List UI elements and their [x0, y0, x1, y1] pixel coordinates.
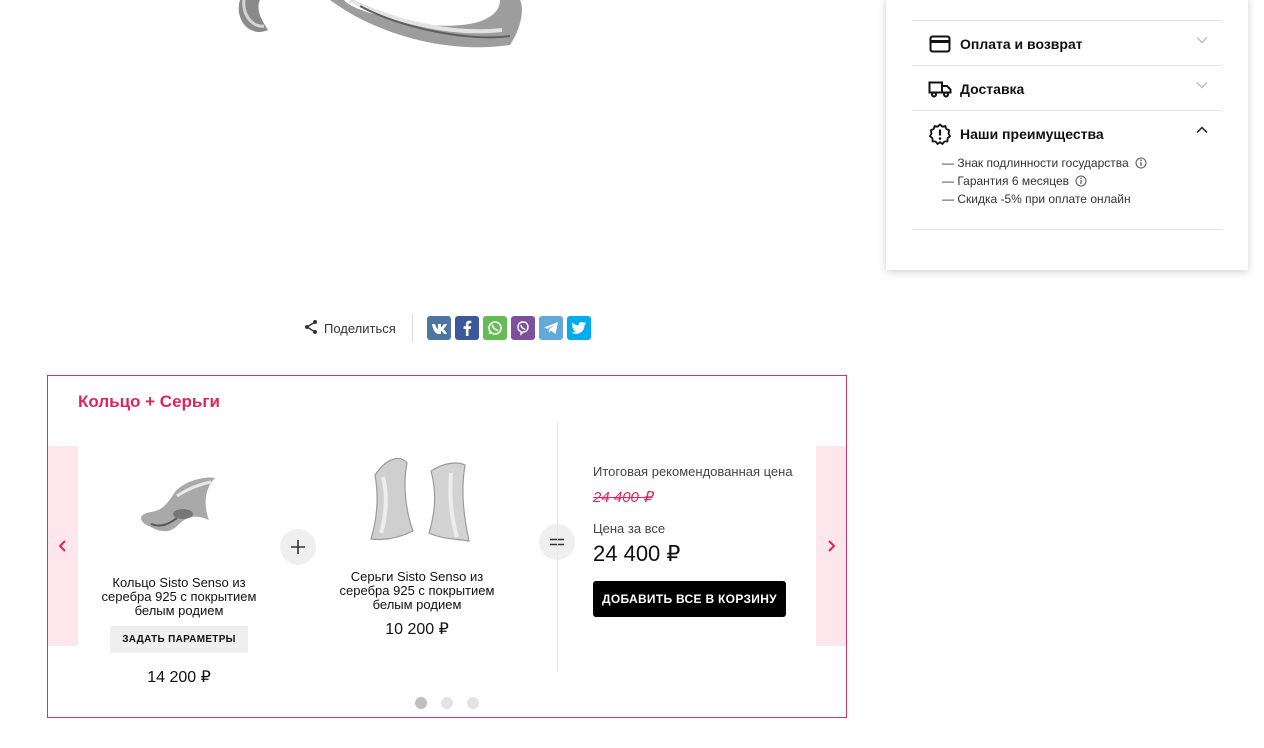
chevron-left-icon	[58, 540, 66, 552]
recommended-price-label: Итоговая рекомендованная цена	[593, 464, 793, 479]
pagination-dot-3[interactable]	[467, 697, 479, 709]
twitter-icon[interactable]	[566, 316, 591, 340]
share-label: Поделиться	[324, 320, 396, 336]
share-bar: Поделиться	[303, 314, 591, 342]
badge-alert-icon	[928, 122, 952, 146]
advantage-text: — Знак подлинности государства	[942, 156, 1129, 170]
pagination-dot-2[interactable]	[441, 697, 453, 709]
total-price-label: Цена за все	[593, 521, 666, 536]
ring-price: 14 200 ₽	[147, 669, 211, 686]
earrings-price: 10 200 ₽	[385, 621, 449, 638]
vk-icon[interactable]	[426, 316, 451, 340]
viber-icon[interactable]	[510, 316, 535, 340]
advantage-item: — Знак подлинности государства	[942, 154, 1222, 172]
old-price: 24 400 ₽	[593, 489, 653, 506]
product-info-panel: Оплата и возврат Доставка Наши преимущес…	[886, 0, 1248, 270]
accordion-advantages-title: Наши преимущества	[960, 125, 1104, 142]
accordion-payment-title: Оплата и возврат	[960, 35, 1083, 52]
product-image	[220, 0, 550, 60]
facebook-icon[interactable]	[454, 316, 479, 340]
accordion-payment-header[interactable]: Оплата и возврат	[912, 21, 1222, 66]
chevron-up-icon	[1196, 126, 1208, 134]
set-item-earrings: Серьги Sisto Senso из серебра 925 с покр…	[336, 448, 498, 639]
whatsapp-icon[interactable]	[482, 316, 507, 340]
set-title: Кольцо + Серьги	[78, 392, 220, 411]
share-button[interactable]: Поделиться	[303, 319, 396, 338]
pagination-dot-1[interactable]	[415, 697, 427, 709]
advantage-text: — Скидка -5% при оплате онлайн	[942, 192, 1131, 206]
info-icon[interactable]	[1135, 157, 1147, 169]
social-buttons	[426, 316, 591, 340]
set-prev-button[interactable]	[48, 446, 78, 646]
chevron-down-icon	[1196, 37, 1208, 44]
total-price: 24 400 ₽	[593, 541, 681, 566]
set-pagination	[415, 697, 479, 709]
info-icon[interactable]	[1075, 175, 1087, 187]
accordion-delivery-title: Доставка	[960, 80, 1025, 97]
set-item-ring: Кольцо Sisto Senso из серебра 925 с покр…	[98, 454, 260, 687]
truck-icon	[928, 77, 952, 101]
advantage-item: — Гарантия 6 месяцев	[942, 172, 1222, 190]
set-next-button[interactable]	[816, 446, 846, 646]
product-set: Кольцо + Серьги Кольцо Sisto Senso из се…	[47, 375, 847, 718]
set-params-button[interactable]: ЗАДАТЬ ПАРАМЕТРЫ	[110, 626, 248, 653]
chevron-right-icon	[828, 540, 836, 552]
accordion-delivery-header[interactable]: Доставка	[912, 66, 1222, 111]
earrings-image[interactable]	[336, 448, 498, 558]
set-summary: Итоговая рекомендованная цена 24 400 ₽ Ц…	[593, 465, 793, 617]
advantage-item: — Скидка -5% при оплате онлайн	[942, 190, 1222, 208]
summary-divider	[557, 422, 558, 672]
advantages-list: — Знак подлинности государства — Гаранти…	[912, 154, 1222, 208]
credit-card-icon	[928, 32, 952, 56]
ring-image[interactable]	[98, 454, 260, 564]
ring-name[interactable]: Кольцо Sisto Senso из серебра 925 с покр…	[98, 576, 260, 618]
advantage-text: — Гарантия 6 месяцев	[942, 174, 1070, 188]
accordion-advantages-header[interactable]: Наши преимущества	[912, 111, 1222, 156]
share-divider	[411, 314, 413, 342]
accordion-divider	[912, 229, 1222, 230]
accordion-payment: Оплата и возврат	[912, 21, 1222, 66]
chevron-down-icon	[1196, 82, 1208, 89]
telegram-icon[interactable]	[538, 316, 563, 340]
earrings-name[interactable]: Серьги Sisto Senso из серебра 925 с покр…	[336, 570, 498, 612]
plus-icon	[280, 529, 316, 565]
add-all-to-cart-button[interactable]: ДОБАВИТЬ ВСЕ В КОРЗИНУ	[593, 581, 786, 617]
accordion-delivery: Доставка	[912, 66, 1222, 111]
share-icon	[303, 319, 319, 338]
accordion-advantages: Наши преимущества — Знак подлинности гос…	[912, 111, 1222, 208]
